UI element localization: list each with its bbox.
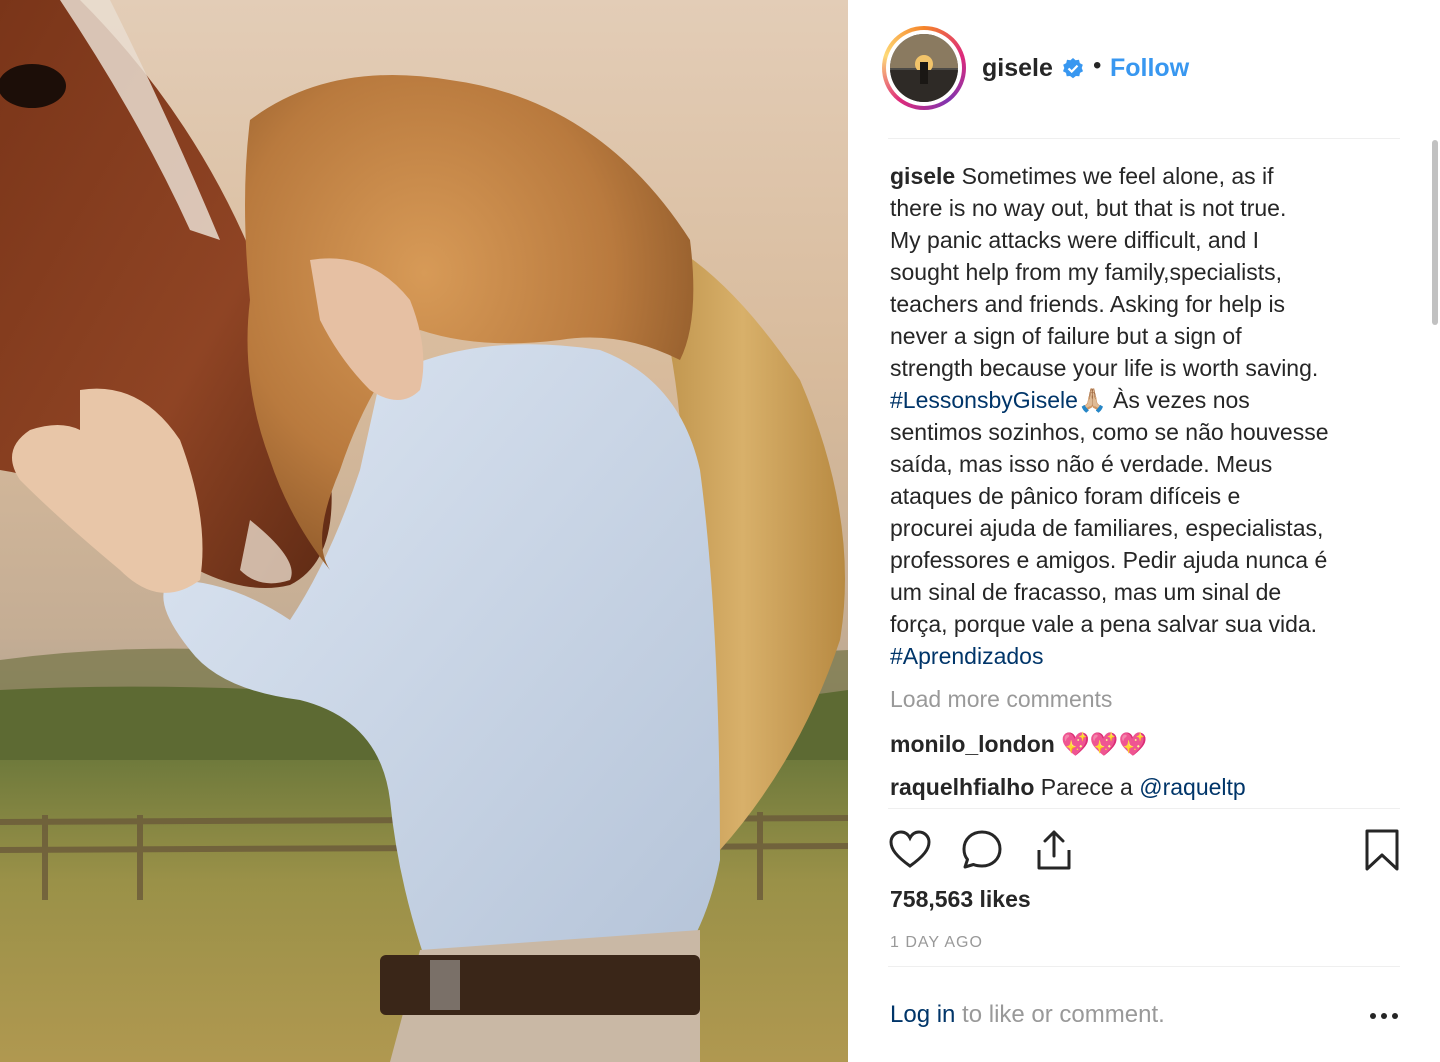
comment-item: monilo_london 💖💖💖: [890, 731, 1147, 758]
caption-line-13: professores e amigos. Pedir ajuda nunca …: [890, 547, 1328, 573]
comments-divider: [888, 808, 1400, 809]
likes-count[interactable]: 758,563 likes: [890, 886, 1031, 913]
post-caption: gisele Sometimes we feel alone, as if th…: [890, 160, 1390, 672]
share-icon[interactable]: [1032, 828, 1076, 872]
avatar-image: [890, 34, 958, 102]
more-dots-icon[interactable]: [1368, 1004, 1400, 1028]
header-separator: •: [1093, 52, 1102, 79]
comment-username[interactable]: raquelhfialho: [890, 774, 1034, 800]
login-link[interactable]: Log in: [890, 1001, 955, 1028]
caption-line-1: gisele Sometimes we feel alone, as if: [890, 163, 1274, 189]
caption-line-4: sought help from my family,specialists,: [890, 259, 1282, 285]
caption-line-12: procurei ajuda de familiares, especialis…: [890, 515, 1324, 541]
bookmark-icon[interactable]: [1360, 828, 1404, 872]
hashtag-link[interactable]: #LessonsbyGisele: [890, 387, 1078, 413]
comments-scrollbar[interactable]: [1432, 140, 1438, 325]
caption-line-16: #Aprendizados: [890, 640, 1390, 672]
caption-line-3: My panic attacks were difficult, and I: [890, 227, 1260, 253]
login-prompt: Log in to like or comment.: [890, 1001, 1165, 1029]
mention-link[interactable]: @raquelt​p: [1139, 774, 1245, 800]
post-sidebar: gisele • Follow gisele Sometimes we feel…: [848, 0, 1440, 1062]
heart-icon[interactable]: [888, 828, 932, 872]
post-timestamp[interactable]: 1 DAY AGO: [890, 934, 983, 952]
caption-line-10: saída, mas isso não é verdade. Meus: [890, 451, 1273, 477]
caption-line-11: ataques de pânico foram difíceis e: [890, 483, 1241, 509]
footer-divider: [888, 966, 1400, 967]
caption-username[interactable]: gisele: [890, 163, 955, 189]
header-username[interactable]: gisele: [982, 54, 1053, 83]
caption-line-7: strength because your life is worth savi…: [890, 355, 1319, 381]
comment-emoji: 💖💖💖: [1061, 731, 1148, 757]
header-divider: [888, 138, 1400, 139]
avatar[interactable]: [882, 26, 966, 110]
post-photo[interactable]: [0, 0, 848, 1062]
caption-line-9: sentimos sozinhos, como se não houvesse: [890, 419, 1329, 445]
caption-line-6: never a sign of failure but a sign of: [890, 323, 1242, 349]
post-photo-image: [0, 0, 848, 1062]
hashtag-link[interactable]: #Aprendizados: [890, 643, 1043, 669]
verified-badge-icon: [1063, 58, 1083, 79]
caption-line-2: there is no way out, but that is not tru…: [890, 195, 1287, 221]
follow-button[interactable]: Follow: [1110, 54, 1189, 83]
comment-item: raquelhfialho Parece a @raquelt​p: [890, 774, 1246, 801]
caption-line-8: #LessonsbyGisele🙏🏼 Às vezes nos: [890, 387, 1250, 413]
post-actions-bar: [848, 822, 1440, 878]
comment-username[interactable]: monilo_london: [890, 731, 1055, 757]
comment-text: Parece a: [1040, 774, 1133, 800]
caption-line-14: um sinal de fracasso, mas um sinal de: [890, 579, 1282, 605]
load-more-comments-button[interactable]: Load more comments: [890, 686, 1112, 713]
caption-line-15: força, porque vale a pena salvar sua vid…: [890, 611, 1318, 637]
prayer-emoji: 🙏🏼: [1077, 387, 1107, 413]
post-header: gisele • Follow: [848, 0, 1440, 138]
comment-bubble-icon[interactable]: [960, 828, 1004, 872]
login-prompt-text: to like or comment.: [955, 1001, 1165, 1028]
caption-line-5: teachers and friends. Asking for help is: [890, 291, 1286, 317]
